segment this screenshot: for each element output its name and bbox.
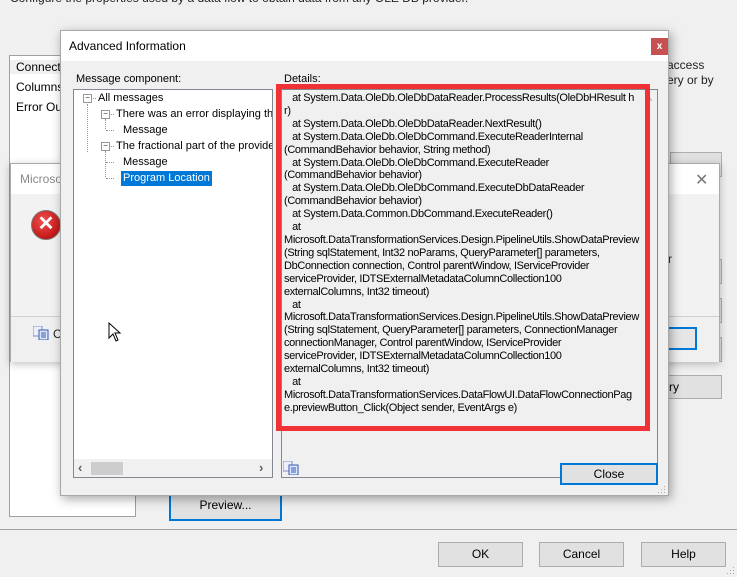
tree-connector (105, 151, 106, 177)
collapse-icon[interactable]: − (101, 110, 110, 119)
tree-node-fractional-part[interactable]: The fractional part of the provide (116, 139, 272, 154)
advanced-information-dialog: Advanced Information x Message component… (60, 30, 669, 496)
scroll-left-icon[interactable]: ‹ (78, 460, 82, 475)
footer-divider (0, 529, 737, 530)
preview-button[interactable]: Preview... (169, 493, 282, 521)
tree-connector (87, 104, 88, 152)
tree-connector (106, 178, 114, 179)
editor-right-text: ery or by (667, 73, 714, 87)
tree-horizontal-scrollbar[interactable]: ‹ › (74, 459, 272, 477)
cancel-button[interactable]: Cancel (539, 542, 624, 567)
message-component-tree[interactable]: − All messages − There was an error disp… (73, 89, 273, 478)
collapse-icon[interactable]: − (101, 142, 110, 151)
scroll-right-icon[interactable]: › (259, 460, 263, 475)
ok-button[interactable]: OK (438, 542, 523, 567)
scrollbar-thumb[interactable] (91, 462, 123, 475)
annotation-highlight-box (276, 84, 650, 431)
error-icon: ✕ (31, 210, 61, 240)
message-component-label: Message component: (76, 73, 182, 85)
resize-grip-icon[interactable] (727, 567, 735, 575)
tree-node-program-location[interactable]: Program Location (121, 171, 212, 186)
nav-item-columns[interactable]: Columns (16, 80, 63, 94)
close-icon[interactable]: x (651, 38, 668, 55)
dialog-title: Advanced Information (69, 39, 186, 53)
tree-connector (106, 130, 114, 131)
tree-connector (105, 119, 106, 129)
tree-node-message[interactable]: Message (123, 123, 168, 138)
editor-right-text: access (667, 58, 705, 72)
copy-icon[interactable] (283, 461, 299, 475)
tree-node-message[interactable]: Message (123, 155, 168, 170)
copy-icon[interactable] (33, 326, 49, 340)
tree-node-all-messages[interactable]: All messages (98, 91, 163, 106)
editor-description: Configure the properties used by a data … (10, 0, 468, 5)
tree-node-error-displaying[interactable]: There was an error displaying the (116, 107, 272, 122)
close-button[interactable]: Close (560, 463, 658, 485)
help-button[interactable]: Help (641, 542, 726, 567)
close-icon[interactable]: ✕ (695, 170, 708, 190)
resize-grip-icon[interactable] (658, 486, 666, 494)
collapse-icon[interactable]: − (83, 94, 92, 103)
tree-connector (106, 162, 114, 163)
mouse-cursor-icon (108, 322, 122, 342)
